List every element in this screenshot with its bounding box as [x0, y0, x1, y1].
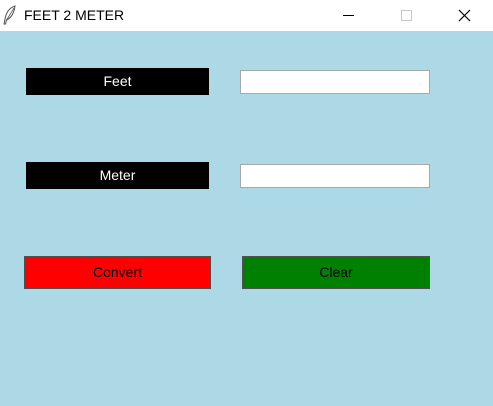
close-icon: [458, 9, 471, 22]
client-area: Feet Meter Convert Clear: [0, 31, 493, 406]
minimize-icon: [343, 15, 354, 16]
meter-input[interactable]: [240, 164, 430, 188]
minimize-button[interactable]: [325, 0, 371, 31]
maximize-button[interactable]: [383, 0, 429, 31]
title-bar: FEET 2 METER: [0, 0, 493, 31]
convert-button[interactable]: Convert: [24, 256, 211, 289]
meter-label: Meter: [26, 162, 209, 189]
feet-input[interactable]: [240, 70, 430, 94]
maximize-icon: [401, 10, 412, 21]
app-window: FEET 2 METER Feet Meter Convert Clear: [0, 0, 493, 406]
clear-button[interactable]: Clear: [242, 256, 430, 289]
feet-label: Feet: [26, 68, 209, 95]
window-title: FEET 2 METER: [24, 7, 125, 23]
feather-icon: [3, 5, 17, 25]
close-button[interactable]: [441, 0, 487, 31]
